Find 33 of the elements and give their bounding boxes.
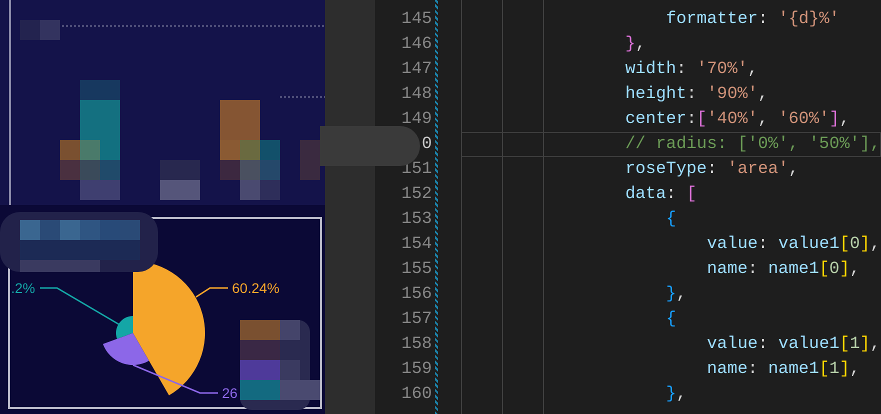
line-number: 156 xyxy=(400,284,432,306)
code-line: height: '90%', xyxy=(624,84,770,106)
line-number: 155 xyxy=(400,258,432,281)
code-line: roseType: 'area', xyxy=(624,158,800,181)
code-line: }, xyxy=(665,384,688,406)
code-line: { xyxy=(665,308,678,331)
code-line: width: '70%', xyxy=(624,58,759,81)
code-line: center:['40%', '60%'], xyxy=(624,108,851,131)
line-number: 158 xyxy=(400,334,432,356)
line-number: 159 xyxy=(400,358,432,381)
percent-label: 60.24% xyxy=(232,280,280,296)
line-number: 153 xyxy=(400,208,432,231)
line-number: 149 xyxy=(400,108,432,131)
line-number: 146 xyxy=(400,34,432,56)
line-number: 0 xyxy=(420,134,432,156)
code-line: name: name1[0], xyxy=(706,258,861,281)
code-line: }, xyxy=(665,284,688,306)
code-line: }, xyxy=(624,34,647,56)
line-number: 157 xyxy=(400,308,432,331)
code-line: data: [ xyxy=(624,184,698,206)
code-line: { xyxy=(665,208,678,231)
line-number: 145 xyxy=(400,8,432,31)
line-number: 147 xyxy=(400,58,432,81)
line-number: 148 xyxy=(400,84,432,106)
percent-label: .2% xyxy=(11,280,36,296)
code-line: name: name1[1], xyxy=(706,358,861,381)
percent-label: 26 xyxy=(222,385,238,401)
line-number: 160 xyxy=(400,384,432,406)
code-line: formatter: '{d}%' xyxy=(665,8,840,31)
code-line: value: value1[1], xyxy=(706,334,881,356)
line-number: 152 xyxy=(400,184,432,206)
line-number: 154 xyxy=(400,234,432,256)
code-line: value: value1[0], xyxy=(706,234,881,256)
